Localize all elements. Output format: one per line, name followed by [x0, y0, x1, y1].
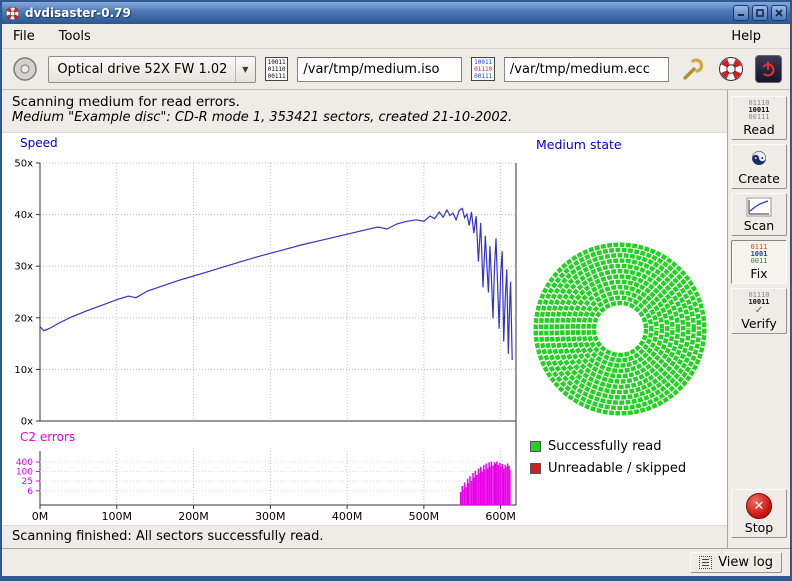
stop-icon: ✕ [746, 493, 772, 519]
scan-icon [746, 197, 772, 217]
drive-icon-button[interactable] [10, 54, 39, 84]
content: Scanning medium for read errors. Medium … [2, 90, 790, 548]
speed-c2-chart: 0M 100M 200M 300M 400M 500M 600M 0x 10x 20x 30x 40x… [2, 133, 522, 526]
medium-state-legend: Successfully read Unreadable / skipped [530, 439, 686, 476]
svg-text:100M: 100M [102, 510, 133, 523]
status-area: Scanning medium for read errors. Medium … [2, 90, 727, 132]
bottombar: View log [2, 548, 790, 576]
medium-state-disc [528, 237, 712, 421]
svg-text:40x: 40x [14, 210, 33, 221]
fix-button[interactable]: 0111 1001 0011 Fix [731, 240, 787, 284]
verify-button[interactable]: 01110 10011 ✓ Verify [731, 288, 787, 334]
toolbar: Optical drive 52X FW 1.02 ▼ 100110111000… [2, 49, 790, 90]
svg-text:C2 errors: C2 errors [20, 430, 75, 444]
create-button[interactable]: ☯ Create [731, 144, 787, 189]
legend-bad-swatch [530, 463, 541, 474]
log-window-icon [699, 556, 712, 569]
menu-tools[interactable]: Tools [57, 27, 93, 46]
fix-label: Fix [750, 266, 767, 281]
svg-text:10x: 10x [14, 365, 33, 376]
legend-ok-swatch [530, 441, 541, 452]
create-label: Create [738, 171, 780, 186]
view-log-label: View log [718, 555, 773, 570]
app-icon [5, 6, 20, 21]
read-icon: 01110 10011 00111 [748, 100, 769, 121]
scan-label: Scan [744, 218, 774, 233]
read-label: Read [743, 122, 774, 137]
power-icon [759, 60, 777, 78]
svg-text:25: 25 [22, 477, 33, 487]
stop-button[interactable]: ✕ Stop [731, 489, 787, 538]
legend-bad-label: Unreadable / skipped [548, 461, 686, 476]
menu-help[interactable]: Help [729, 27, 763, 46]
menu-file[interactable]: File [11, 27, 37, 46]
svg-text:600M: 600M [485, 510, 516, 523]
quit-button[interactable] [755, 55, 782, 83]
svg-text:50x: 50x [14, 159, 33, 170]
svg-text:300M: 300M [255, 510, 286, 523]
svg-text:400M: 400M [332, 510, 363, 523]
dvdisaster-logo-icon [718, 56, 744, 82]
medium-state-title: Medium state [536, 137, 622, 152]
preferences-button[interactable] [678, 54, 707, 84]
verify-label: Verify [741, 316, 776, 331]
svg-text:6: 6 [27, 487, 33, 497]
about-button[interactable] [716, 54, 745, 84]
drive-selector-value: Optical drive 52X FW 1.02 [57, 62, 235, 77]
close-button[interactable] [771, 5, 787, 21]
status-line-2: Medium "Example disc": CD-R mode 1, 3534… [12, 110, 717, 125]
svg-text:200M: 200M [178, 510, 209, 523]
minimize-icon [737, 9, 745, 17]
svg-text:30x: 30x [14, 262, 33, 273]
drive-disc-icon [12, 56, 38, 82]
legend-row-ok: Successfully read [530, 439, 686, 454]
status-line-1: Scanning medium for read errors. [12, 94, 717, 110]
chart-area: 0M 100M 200M 300M 400M 500M 600M 0x 10x 20x 30x 40x… [2, 132, 727, 526]
chevron-down-icon: ▼ [235, 57, 255, 82]
svg-text:20x: 20x [14, 313, 33, 324]
verify-icon: 01110 10011 ✓ [748, 292, 769, 315]
read-button[interactable]: 01110 10011 00111 Read [731, 96, 787, 140]
view-log-button[interactable]: View log [690, 552, 782, 573]
svg-text:100: 100 [16, 467, 33, 477]
legend-ok-label: Successfully read [548, 439, 661, 454]
menubar: File Tools Help [2, 24, 790, 49]
svg-text:400: 400 [16, 458, 33, 468]
svg-text:Speed: Speed [20, 136, 58, 150]
window-title: dvdisaster-0.79 [25, 6, 730, 20]
titlebar[interactable]: dvdisaster-0.79 [2, 2, 790, 24]
maximize-icon [756, 9, 764, 17]
main-column: Scanning medium for read errors. Medium … [2, 90, 727, 548]
scan-result-status: Scanning finished: All sectors successfu… [2, 526, 727, 548]
svg-text:0x: 0x [21, 417, 33, 428]
drive-selector[interactable]: Optical drive 52X FW 1.02 ▼ [48, 56, 256, 83]
app-window: dvdisaster-0.79 File Tools Help Optical … [0, 0, 792, 581]
create-icon: ☯ [750, 148, 767, 170]
minimize-button[interactable] [733, 5, 749, 21]
maximize-button[interactable] [752, 5, 768, 21]
svg-text:500M: 500M [409, 510, 440, 523]
ecc-path-input[interactable] [504, 57, 669, 82]
wrench-icon [681, 57, 705, 81]
svg-text:0M: 0M [32, 510, 49, 523]
ecc-file-icon: 100110111000111 [471, 57, 495, 81]
iso-path-input[interactable] [297, 57, 462, 82]
action-sidebar: 01110 10011 00111 Read ☯ Create Scan [727, 90, 790, 548]
close-icon [775, 9, 783, 17]
legend-row-bad: Unreadable / skipped [530, 461, 686, 476]
stop-label: Stop [745, 520, 773, 535]
scan-button[interactable]: Scan [731, 193, 787, 236]
iso-file-icon: 100110111000111 [265, 57, 289, 81]
fix-icon: 0111 1001 0011 [751, 244, 768, 265]
